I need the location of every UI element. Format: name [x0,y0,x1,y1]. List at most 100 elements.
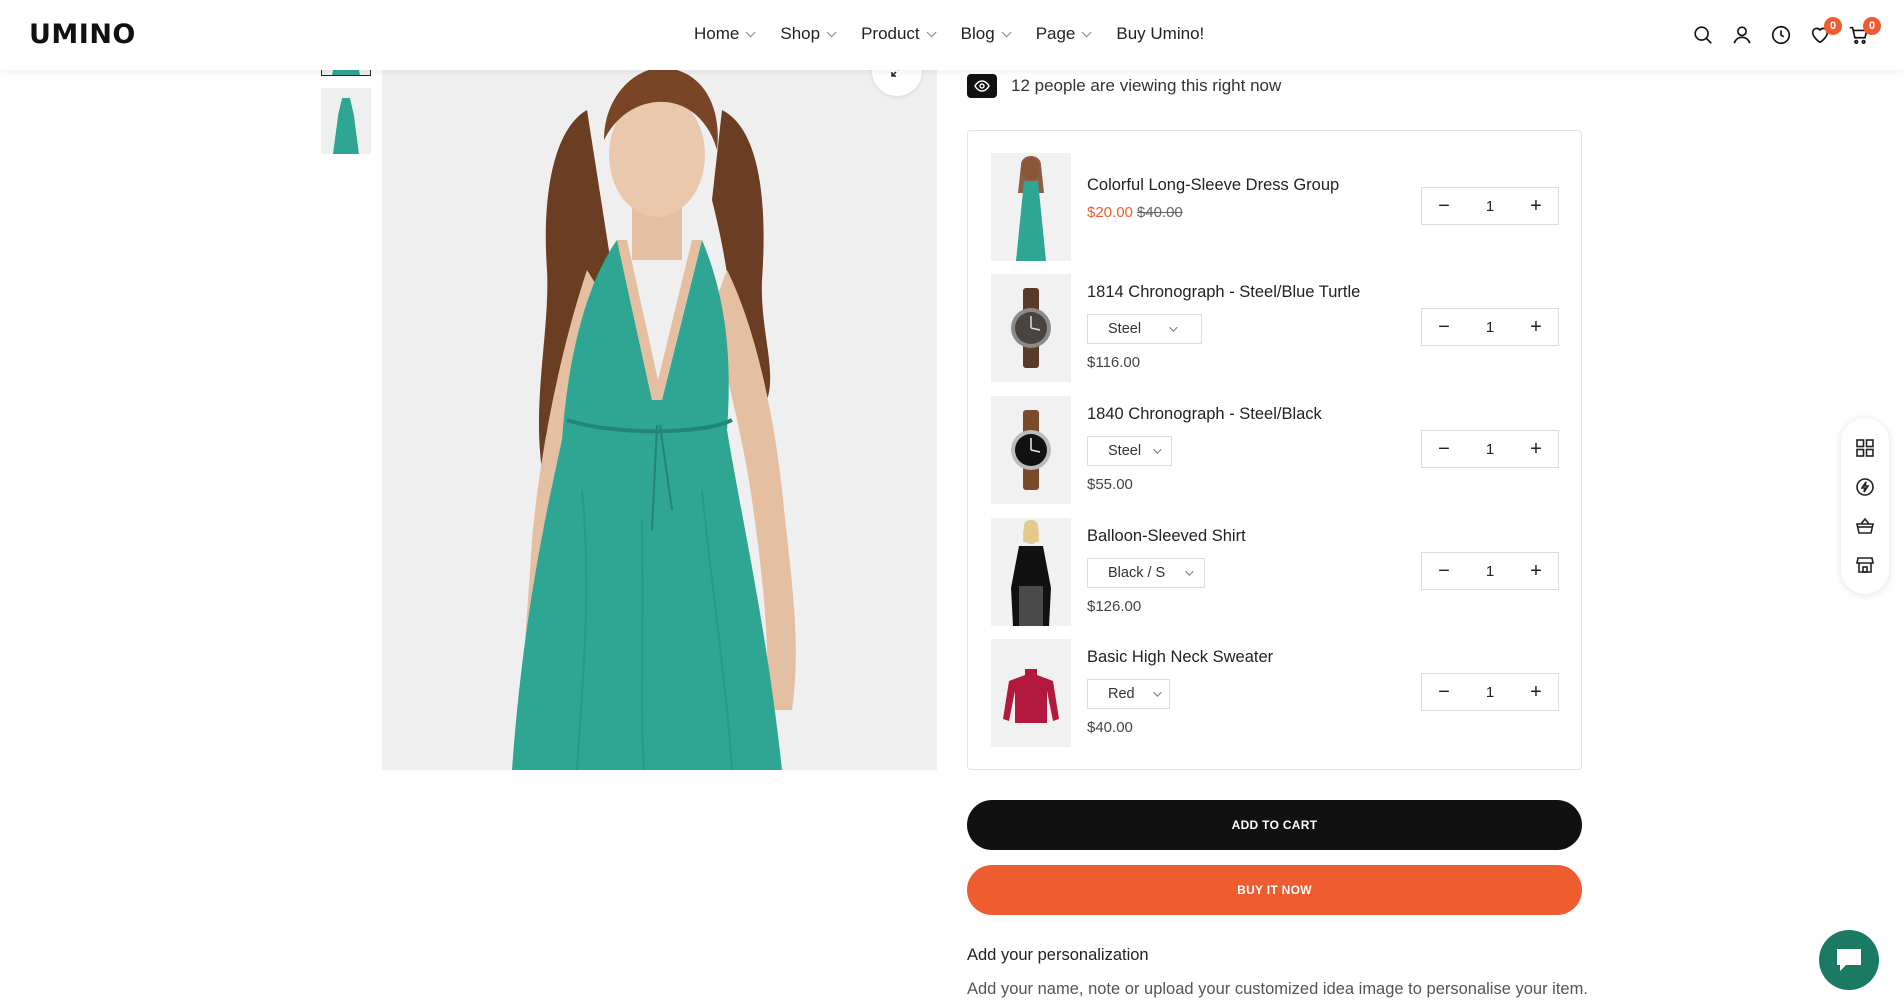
decrease-qty-button[interactable]: − [1422,674,1466,710]
site-header: UMINO Home Shop Product Blog Page Buy Um… [0,0,1903,70]
product-name[interactable]: Balloon-Sleeved Shirt [1087,527,1246,546]
buy-now-button[interactable]: BUY IT NOW [967,865,1582,915]
product-price: $126.00 [1087,598,1142,615]
nav-shop-label: Shop [780,24,821,43]
product-name[interactable]: 1840 Chronograph - Steel/Black [1087,405,1322,424]
nav-buy-umino[interactable]: Buy Umino! [1116,24,1204,44]
chat-button[interactable] [1819,930,1879,990]
decrease-qty-button[interactable]: − [1422,309,1466,345]
nav-product[interactable]: Product [861,24,937,44]
product-thumbnail-shirt[interactable] [991,518,1071,626]
header-icons: 0 0 [1692,17,1881,46]
nav-home[interactable]: Home [694,24,756,44]
nav-blog-label: Blog [960,24,995,43]
decrease-qty-button[interactable]: − [1422,431,1466,467]
chevron-down-icon [1169,323,1178,332]
variant-value: Steel [1108,443,1142,459]
chevron-down-icon [826,26,837,37]
history-icon[interactable] [1770,24,1792,46]
quantity-stepper: − 1 + [1421,308,1559,346]
nav-product-label: Product [861,24,920,43]
bolt-icon[interactable] [1855,477,1875,497]
product-name[interactable]: Colorful Long-Sleeve Dress Group [1087,176,1339,195]
product-price: $40.00 [1087,719,1133,736]
quantity-value[interactable]: 1 [1470,198,1510,215]
bundle-item: 1840 Chronograph - Steel/Black Steel $55… [991,396,1561,504]
chevron-down-icon [1152,688,1162,697]
product-price: $116.00 [1087,354,1141,371]
nav-home-label: Home [694,24,740,43]
quantity-stepper: − 1 + [1421,430,1559,468]
quantity-stepper: − 1 + [1421,552,1559,590]
personalization-description: Add your name, note or upload your custo… [967,980,1588,998]
quantity-stepper: − 1 + [1421,673,1559,711]
cart-icon[interactable]: 0 [1848,17,1881,46]
dress-image [333,98,359,154]
variant-select[interactable]: Steel [1087,436,1172,466]
price-group: $20.00 $40.00 [1087,204,1183,221]
variant-value: Red [1108,686,1135,702]
add-to-cart-button[interactable]: ADD TO CART [967,800,1582,850]
chevron-down-icon [1001,26,1012,37]
bundle-products: Colorful Long-Sleeve Dress Group $20.00 $… [967,130,1582,770]
search-icon[interactable] [1692,24,1714,46]
main-product-image[interactable] [382,70,937,770]
product-thumbnail-watch[interactable] [991,396,1071,504]
quantity-value[interactable]: 1 [1470,441,1510,458]
thumbnail-dress-back[interactable] [321,88,371,154]
nav-shop[interactable]: Shop [780,24,837,44]
store-icon[interactable] [1855,555,1875,575]
decrease-qty-button[interactable]: − [1422,553,1466,589]
increase-qty-button[interactable]: + [1514,674,1558,710]
product-thumbnail-dress[interactable] [991,153,1071,261]
variant-select[interactable]: Black / S [1087,558,1205,588]
variant-value: Steel [1108,321,1142,337]
chevron-down-icon [746,26,756,37]
product-name[interactable]: 1814 Chronograph - Steel/Blue Turtle [1087,283,1360,302]
increase-qty-button[interactable]: + [1514,553,1558,589]
bundle-item: Balloon-Sleeved Shirt Black / S $126.00 … [991,518,1561,626]
product-price: $55.00 [1087,476,1133,493]
live-viewers: 12 people are viewing this right now [967,74,1281,98]
increase-qty-button[interactable]: + [1514,431,1558,467]
grid-icon[interactable] [1855,438,1875,458]
quantity-value[interactable]: 1 [1470,319,1510,336]
chevron-down-icon [1082,26,1092,37]
quantity-value[interactable]: 1 [1470,684,1510,701]
increase-qty-button[interactable]: + [1514,309,1558,345]
bundle-item: 1814 Chronograph - Steel/Blue Turtle Ste… [991,274,1561,382]
quantity-stepper: − 1 + [1421,187,1559,225]
personalization-title: Add your personalization [967,946,1149,964]
variant-value: Black / S [1108,565,1166,581]
variant-select[interactable]: Steel [1087,314,1202,344]
sale-price: $20.00 [1087,204,1133,221]
nav-page-label: Page [1035,24,1076,43]
quantity-value[interactable]: 1 [1470,563,1510,580]
floating-toolbar [1841,418,1889,594]
nav-page[interactable]: Page [1035,24,1092,44]
old-price: $40.00 [1136,204,1183,221]
decrease-qty-button[interactable]: − [1422,188,1466,224]
increase-qty-button[interactable]: + [1514,188,1558,224]
bundle-item: Colorful Long-Sleeve Dress Group $20.00 $… [991,153,1561,261]
eye-icon [967,74,997,98]
main-nav: Home Shop Product Blog Page Buy Umino! [694,24,1232,44]
account-icon[interactable] [1731,24,1753,46]
wishlist-icon[interactable]: 0 [1809,17,1842,46]
product-thumbnail-sweater[interactable] [991,639,1071,747]
chat-icon [1837,949,1861,971]
model-dress-illustration [382,70,937,770]
chevron-down-icon [1153,445,1162,454]
product-thumbnail-watch[interactable] [991,274,1071,382]
wishlist-count-badge: 0 [1824,17,1842,35]
cart-count-badge: 0 [1863,17,1881,35]
product-name[interactable]: Basic High Neck Sweater [1087,648,1273,667]
variant-select[interactable]: Red [1087,679,1170,709]
nav-blog[interactable]: Blog [960,24,1012,44]
viewers-text: 12 people are viewing this right now [1011,76,1282,95]
nav-buy-umino-label: Buy Umino! [1116,24,1205,43]
chevron-down-icon [1185,567,1194,576]
basket-icon[interactable] [1855,516,1875,536]
chevron-down-icon [926,26,937,37]
site-logo[interactable]: UMINO [29,19,136,50]
